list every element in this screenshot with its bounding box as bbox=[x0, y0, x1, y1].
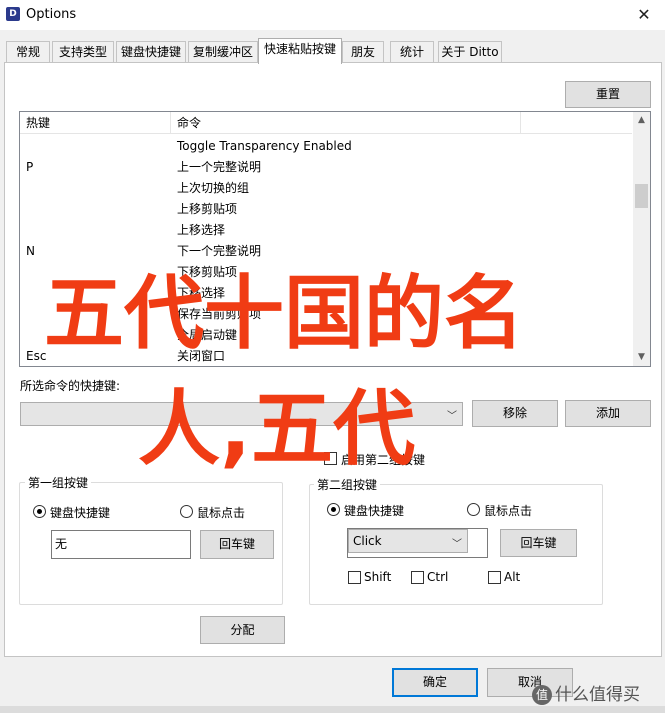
tab-general[interactable]: 常规 bbox=[6, 41, 50, 63]
table-row[interactable]: P 上一个完整说明 bbox=[20, 157, 632, 178]
watermark-logo-icon: 值 bbox=[532, 685, 552, 705]
chevron-down-icon: ﹀ bbox=[447, 411, 457, 422]
reset-button[interactable]: 重置 bbox=[565, 81, 651, 108]
watermark-text: 什么值得买 bbox=[555, 685, 640, 705]
tab-keyboard-shortcuts[interactable]: 键盘快捷键 bbox=[116, 41, 186, 63]
watermark: 值什么值得买 bbox=[532, 680, 640, 705]
close-icon[interactable]: ✕ bbox=[630, 4, 658, 26]
title-bar: D Options ✕ bbox=[0, 0, 665, 30]
group2-enter-button[interactable]: 回车键 bbox=[500, 529, 577, 557]
selected-shortcut-label: 所选命令的快捷键: bbox=[20, 379, 121, 393]
shift-label: Shift bbox=[364, 570, 392, 584]
assign-button[interactable]: 分配 bbox=[200, 616, 285, 644]
group-first-key-title: 第一组按键 bbox=[25, 474, 92, 491]
add-button[interactable]: 添加 bbox=[565, 400, 651, 427]
scroll-thumb[interactable] bbox=[635, 184, 648, 208]
group2-mouse-radio[interactable] bbox=[467, 503, 480, 516]
column-hotkey[interactable]: 热键 bbox=[20, 112, 171, 134]
overlay-caption-line1: 五代十国的名 bbox=[44, 267, 524, 360]
tab-friends[interactable]: 朋友 bbox=[342, 41, 384, 63]
tab-quick-paste-keys[interactable]: 快速粘贴按键 bbox=[258, 38, 342, 64]
list-scrollbar[interactable]: ▲ ▼ bbox=[633, 112, 650, 366]
group1-hotkey-input[interactable]: 无 bbox=[51, 530, 191, 559]
table-row[interactable]: Toggle Transparency Enabled bbox=[20, 136, 632, 157]
group1-mouse-radio[interactable] bbox=[180, 505, 193, 518]
tab-about[interactable]: 关于 Ditto bbox=[438, 41, 502, 63]
chevron-down-icon: ﹀ bbox=[452, 539, 462, 550]
column-command[interactable]: 命令 bbox=[171, 112, 521, 134]
ditto-app-icon: D bbox=[6, 7, 20, 21]
ctrl-label: Ctrl bbox=[427, 570, 449, 584]
window-title: Options bbox=[26, 7, 77, 22]
ok-button[interactable]: 确定 bbox=[392, 668, 478, 697]
group1-enter-button[interactable]: 回车键 bbox=[200, 530, 274, 559]
scroll-up-icon[interactable]: ▲ bbox=[633, 112, 650, 129]
tab-supported-types[interactable]: 支持类型 bbox=[52, 41, 114, 63]
group2-keyboard-radio[interactable] bbox=[327, 503, 340, 516]
group1-mouse-label: 鼠标点击 bbox=[197, 506, 246, 520]
overlay-caption-line2: 人,五代 bbox=[138, 382, 416, 477]
tab-strip: 常规 支持类型 键盘快捷键 复制缓冲区 快速粘贴按键 朋友 统计 关于 Ditt… bbox=[0, 38, 665, 64]
group2-mouse-label: 鼠标点击 bbox=[484, 504, 533, 518]
bottom-strip bbox=[0, 706, 665, 713]
table-row[interactable]: N 下一个完整说明 bbox=[20, 241, 632, 262]
table-row[interactable]: 上移选择 bbox=[20, 220, 632, 241]
tab-copy-buffers[interactable]: 复制缓冲区 bbox=[188, 41, 258, 63]
ctrl-checkbox[interactable] bbox=[411, 571, 424, 584]
table-row[interactable]: 上次切换的组 bbox=[20, 178, 632, 199]
list-header: 热键 命令 bbox=[20, 112, 632, 134]
table-row[interactable]: 上移剪贴项 bbox=[20, 199, 632, 220]
group1-keyboard-label: 键盘快捷键 bbox=[50, 506, 111, 520]
remove-button[interactable]: 移除 bbox=[472, 400, 558, 427]
shift-checkbox[interactable] bbox=[348, 571, 361, 584]
alt-label: Alt bbox=[504, 570, 521, 584]
tab-stats[interactable]: 统计 bbox=[390, 41, 434, 63]
group2-key-combo-value: Click bbox=[353, 534, 382, 548]
group1-keyboard-radio[interactable] bbox=[33, 505, 46, 518]
alt-checkbox[interactable] bbox=[488, 571, 501, 584]
group2-keyboard-label: 键盘快捷键 bbox=[344, 504, 405, 518]
scroll-down-icon[interactable]: ▼ bbox=[633, 349, 650, 366]
group2-key-combo[interactable]: Click ﹀ bbox=[348, 529, 468, 553]
